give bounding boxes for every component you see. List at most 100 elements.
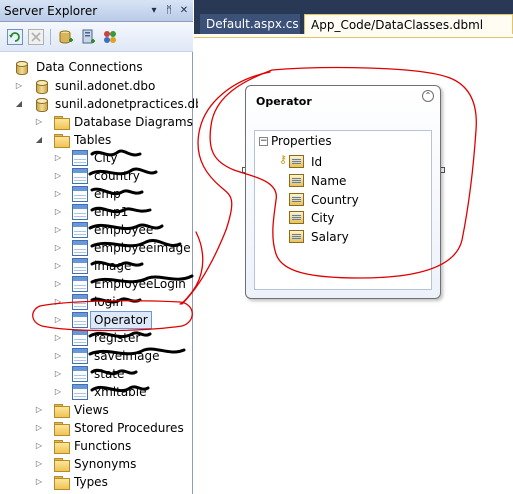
table-icon: [72, 330, 88, 346]
entity-header[interactable]: Operator ⌃: [246, 86, 440, 130]
property-label: Salary: [311, 230, 349, 244]
tree-node-connection-adonetpractices[interactable]: ◢ sunil.adonetpractices.dbo: [0, 95, 210, 113]
window-position-icon[interactable]: ▾: [148, 4, 160, 17]
expand-arrow-icon[interactable]: ▷: [53, 333, 63, 343]
table-label: country: [94, 169, 140, 183]
expand-arrow-icon[interactable]: ▷: [53, 189, 63, 199]
tree-node-table[interactable]: ▷ country: [0, 167, 192, 185]
expand-arrow-icon[interactable]: ▷: [53, 315, 63, 325]
tree-node-table[interactable]: ▷ employeeimage: [0, 239, 192, 257]
expand-arrow-icon[interactable]: ▷: [14, 81, 24, 91]
close-icon[interactable]: ✕: [178, 4, 190, 17]
tree-node-table-operator[interactable]: ▷ Operator: [0, 311, 192, 329]
server-tree: Data Connections ▷ sunil.adonet.dbo ◢ su…: [0, 58, 210, 494]
property-label: Name: [311, 174, 347, 188]
property-label: Country: [311, 193, 359, 207]
expand-arrow-icon[interactable]: ▷: [53, 171, 63, 181]
property-name[interactable]: Name: [277, 172, 427, 190]
properties-collapse-icon[interactable]: −: [259, 137, 268, 146]
tree-node-table[interactable]: ▷ saveimage: [0, 347, 192, 365]
pin-icon[interactable]: ᛗ: [163, 4, 175, 17]
table-label: image: [94, 259, 132, 273]
tree-label: Database Diagrams: [74, 115, 193, 129]
property-icon: [289, 174, 304, 187]
expand-arrow-icon[interactable]: ▷: [53, 297, 63, 307]
tab-strip-underline: [194, 34, 513, 38]
expand-arrow-icon[interactable]: ▷: [53, 279, 63, 289]
expand-arrow-icon[interactable]: ▷: [53, 261, 63, 271]
expand-arrow-icon[interactable]: ▷: [34, 423, 44, 433]
collapse-arrow-icon[interactable]: ◢: [14, 99, 24, 109]
connect-server-icon[interactable]: [80, 29, 96, 45]
tree-label: Data Connections: [36, 60, 143, 74]
refresh-icon[interactable]: [7, 29, 23, 45]
tree-node-stored-procedures[interactable]: ▷ Stored Procedures: [0, 419, 192, 437]
table-label: xmltable: [94, 385, 147, 399]
table-icon: [72, 150, 88, 166]
table-label: emp1: [94, 205, 129, 219]
property-icon: [289, 211, 304, 224]
panel-toolbar: [0, 22, 193, 52]
collapse-arrow-icon[interactable]: ◢: [34, 135, 44, 145]
table-label: register: [94, 331, 141, 345]
table-label: saveimage: [94, 349, 160, 363]
panel-title: Server Explorer: [4, 4, 98, 18]
tree-node-synonyms[interactable]: ▷ Synonyms: [0, 455, 192, 473]
property-icon: [289, 155, 304, 168]
property-city[interactable]: City: [277, 209, 427, 227]
tree-node-table[interactable]: ▷ state: [0, 365, 192, 383]
entity-operator[interactable]: Operator ⌃ − Properties ⚷ Id Name Countr…: [245, 85, 441, 299]
connect-database-icon[interactable]: [58, 29, 74, 45]
or-designer-surface[interactable]: Operator ⌃ − Properties ⚷ Id Name Countr…: [198, 39, 513, 494]
folder-icon: [53, 438, 70, 454]
table-icon: [72, 168, 88, 184]
tree-node-table[interactable]: ▷ City: [0, 149, 192, 167]
table-icon: [72, 384, 88, 400]
tree-node-table[interactable]: ▷ login: [0, 293, 192, 311]
table-icon: [72, 276, 88, 292]
table-label: employee: [94, 223, 154, 237]
tree-node-tables[interactable]: ◢ Tables: [0, 131, 192, 149]
table-label: emp: [94, 187, 121, 201]
table-label: state: [94, 367, 125, 381]
expand-arrow-icon[interactable]: ▷: [53, 351, 63, 361]
property-country[interactable]: Country: [277, 191, 427, 209]
collapse-entity-icon[interactable]: ⌃: [422, 90, 434, 102]
tree-label: Views: [74, 403, 109, 417]
expand-arrow-icon[interactable]: ▷: [34, 117, 44, 127]
tab-dataclasses-dbml[interactable]: App_Code/DataClasses.dbml: [304, 14, 513, 34]
tree-node-views[interactable]: ▷ Views: [0, 401, 192, 419]
tree-node-table[interactable]: ▷ emp1: [0, 203, 192, 221]
stop-icon[interactable]: [28, 29, 44, 45]
tree-node-database-diagrams[interactable]: ▷ Database Diagrams: [0, 113, 193, 131]
tree-label: Stored Procedures: [74, 421, 184, 435]
tree-node-functions[interactable]: ▷ Functions: [0, 437, 192, 455]
database-icon: [33, 78, 49, 94]
tree-node-types[interactable]: ▷ Types: [0, 473, 192, 491]
table-icon: [72, 294, 88, 310]
tree-node-table[interactable]: ▷ register: [0, 329, 192, 347]
tree-node-table[interactable]: ▷ EmployeeLogin: [0, 275, 192, 293]
tree-node-table[interactable]: ▷ image: [0, 257, 192, 275]
property-salary[interactable]: Salary: [277, 228, 427, 246]
tree-node-table[interactable]: ▷ xmltable: [0, 383, 192, 401]
expand-arrow-icon[interactable]: ▷: [53, 243, 63, 253]
tree-node-table[interactable]: ▷ emp: [0, 185, 192, 203]
expand-arrow-icon[interactable]: ▷: [53, 153, 63, 163]
tree-node-table[interactable]: ▷ employee: [0, 221, 192, 239]
table-label: employeeimage: [94, 241, 191, 255]
tree-node-connection-adonet[interactable]: ▷ sunil.adonet.dbo: [0, 77, 192, 95]
tree-node-data-connections[interactable]: Data Connections: [0, 58, 192, 76]
expand-arrow-icon[interactable]: ▷: [34, 459, 44, 469]
expand-arrow-icon[interactable]: ▷: [34, 405, 44, 415]
table-icon: [72, 366, 88, 382]
expand-arrow-icon[interactable]: ▷: [34, 477, 44, 487]
expand-arrow-icon[interactable]: ▷: [53, 387, 63, 397]
expand-arrow-icon[interactable]: ▷: [34, 441, 44, 451]
tab-default-aspx-cs[interactable]: Default.aspx.cs: [200, 14, 300, 34]
expand-arrow-icon[interactable]: ▷: [53, 207, 63, 217]
property-id[interactable]: ⚷ Id: [277, 153, 427, 171]
add-sharepoint-icon[interactable]: [102, 29, 118, 45]
expand-arrow-icon[interactable]: ▷: [53, 225, 63, 235]
expand-arrow-icon[interactable]: ▷: [53, 369, 63, 379]
